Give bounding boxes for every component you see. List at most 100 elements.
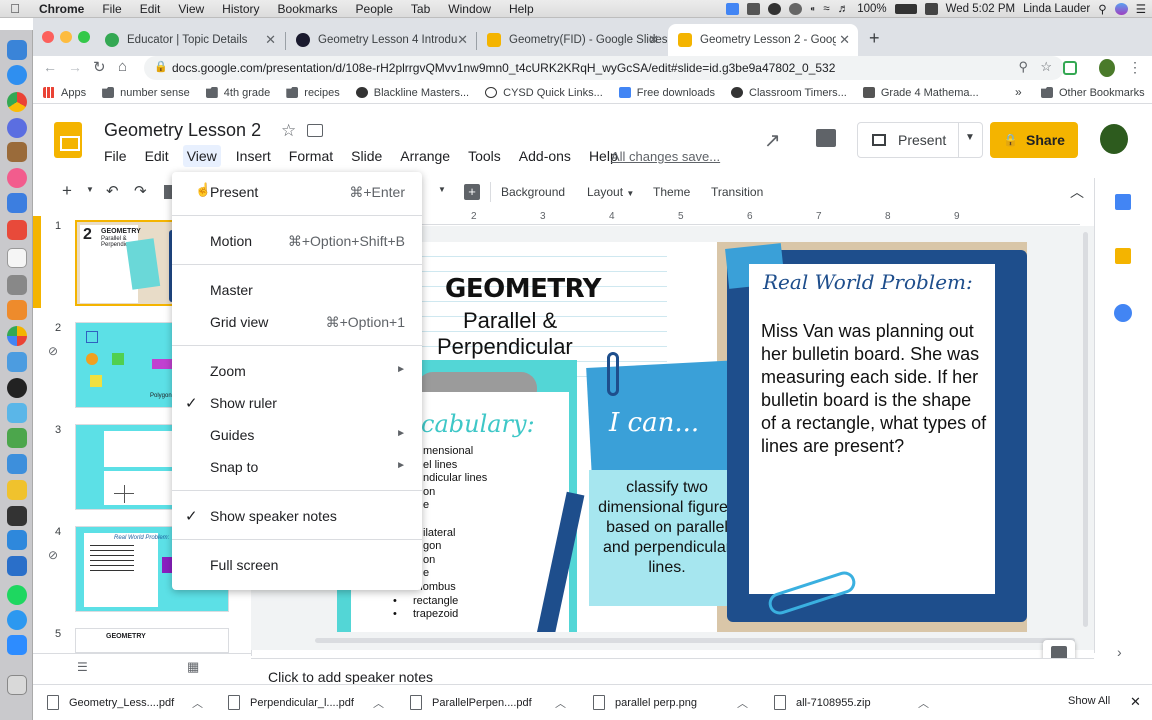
menu-file[interactable]: File [104,148,127,164]
close-tab-icon[interactable]: ✕ [265,32,276,48]
view-menu-show-ruler[interactable]: ✓ Show ruler [172,389,422,417]
bookmark-apps[interactable]: Apps [33,87,94,99]
back-icon[interactable]: ← [43,59,57,75]
theme-button[interactable]: Theme [653,185,690,199]
show-all-button[interactable]: Show All [1068,695,1110,707]
menu-view[interactable]: View [182,145,221,167]
browser-tab-educator[interactable]: Educator | Topic Details ✕ [95,24,284,56]
extension-icon[interactable] [1063,61,1077,75]
finder-icon[interactable] [7,40,27,60]
download-menu-icon[interactable]: ︿ [373,695,384,711]
present-dropdown-icon[interactable]: ▼ [965,132,975,143]
view-menu-grid-view[interactable]: Grid view ⌘+Option+1 [172,308,422,336]
bluetooth-icon[interactable]: ⁌ [810,2,816,16]
horizontal-scrollbar[interactable] [315,638,1075,643]
sync-icon[interactable] [767,3,781,15]
menubar-help[interactable]: Help [500,2,543,16]
apple-icon[interactable]:  [0,1,30,16]
books-icon[interactable] [7,300,27,320]
zoom-icon[interactable]: ⚲ [1018,59,1028,75]
facetime-icon[interactable] [7,428,27,448]
url-field[interactable]: 🔒 docs.google.com/presentation/d/108e-rH… [144,56,1064,80]
reload-icon[interactable]: ↻ [93,58,106,76]
menubar-chrome[interactable]: Chrome [30,2,93,16]
bookmark-grade-4-math[interactable]: Grade 4 Mathema... [855,87,987,99]
save-status[interactable]: All changes save... [611,149,720,164]
chrome-icon[interactable] [7,92,27,112]
slides-logo-icon[interactable] [54,122,82,158]
screen-share-icon[interactable] [7,530,27,550]
bookmark-recipes[interactable]: recipes [278,87,347,99]
system-preferences-icon[interactable] [7,378,27,398]
bookmark-cysd-quick-links[interactable]: CYSD Quick Links... [477,87,611,99]
battery-percent[interactable]: 100% [857,3,886,15]
chrome-menu-icon[interactable]: ⋮ [1128,59,1142,76]
siri-icon[interactable] [1114,3,1128,15]
calendar-icon[interactable] [7,248,27,268]
link-icon[interactable]: ⊘ [48,548,58,562]
bookmark-number-sense[interactable]: number sense [94,87,198,99]
comment-icon[interactable] [816,129,836,147]
flag-icon[interactable] [924,3,938,15]
spotlight-search-icon[interactable]: ⚲ [1098,2,1106,16]
bookmark-free-downloads[interactable]: Free downloads [611,87,723,99]
volume-icon[interactable]: ♬ [838,3,850,15]
activity-dashboard-icon[interactable]: ↗ [764,128,781,153]
wifi-icon[interactable]: ≈ [823,3,829,15]
profile-avatar-icon[interactable] [1099,59,1115,77]
calendar-addon-icon[interactable] [1115,194,1131,210]
menu-tools[interactable]: Tools [468,148,501,164]
grid-view-icon[interactable]: ▦ [187,659,199,675]
redo-icon[interactable]: ↷ [134,182,147,200]
download-menu-icon[interactable]: ︿ [737,695,748,711]
menubar-file[interactable]: File [93,2,130,16]
download-menu-icon[interactable]: ︿ [555,695,566,711]
new-tab-icon[interactable]: + [869,28,880,49]
browser-tab-geometry-fid[interactable]: Geometry(FID) - Google Slides ✕ [477,24,668,56]
menubar-history[interactable]: History [213,2,268,16]
link-icon[interactable]: ⊘ [48,344,58,358]
menubar-user[interactable]: Linda Lauder [1023,3,1090,15]
view-menu-guides[interactable]: Guides ► [172,421,422,449]
xcode-icon[interactable] [7,454,27,474]
slide-thumbnail-5[interactable]: GEOMETRY [75,628,229,653]
stickies-icon[interactable] [7,480,27,500]
view-menu-show-speaker-notes[interactable]: ✓ Show speaker notes [172,502,422,530]
download-item[interactable]: all-7108955.zip [774,695,871,710]
firefox-icon[interactable] [7,220,27,240]
launchpad-icon[interactable] [7,118,27,138]
background-button[interactable]: Background [501,185,565,199]
new-slide-icon[interactable]: + [62,181,72,201]
keynote-icon[interactable] [7,556,27,576]
status-app-icon[interactable] [725,3,739,15]
notification-center-icon[interactable]: ☰ [1136,2,1146,16]
close-window-icon[interactable] [42,31,54,43]
close-tab-icon[interactable]: ✕ [648,32,659,48]
undo-icon[interactable]: ↶ [106,182,119,200]
safari-icon[interactable] [7,65,27,85]
spotify-icon[interactable] [7,585,27,605]
download-item[interactable]: Perpendicular_l....pdf [228,695,354,710]
add-comment-icon[interactable]: + [464,184,480,200]
star-icon[interactable]: ☆ [281,121,296,141]
download-item[interactable]: ParallelPerpen....pdf [410,695,532,710]
layout-button[interactable]: Layout ▼ [587,185,634,199]
menubar-clock[interactable]: Wed 5:02 PM [946,3,1015,15]
speaker-notes[interactable]: Click to add speaker notes [251,658,1094,685]
menu-format[interactable]: Format [289,148,333,164]
zoom-window-icon[interactable] [78,31,90,43]
download-item[interactable]: parallel perp.png [593,695,697,710]
download-menu-icon[interactable]: ︿ [192,695,203,711]
new-slide-dropdown-icon[interactable]: ▼ [86,185,94,194]
present-button[interactable]: Present ▼ [857,122,983,158]
account-avatar[interactable] [1100,124,1128,154]
home-icon[interactable]: ⌂ [118,58,127,75]
zoom-us-icon[interactable] [7,635,27,655]
tasks-addon-icon[interactable] [1114,304,1132,322]
trash-icon[interactable] [7,675,27,695]
filmstrip-view-icon[interactable]: ☰ [77,660,88,674]
minimize-window-icon[interactable] [60,31,72,43]
zoom-icon[interactable] [7,610,27,630]
menu-add-ons[interactable]: Add-ons [519,148,571,164]
bookmark-blackline-masters[interactable]: Blackline Masters... [348,87,477,99]
